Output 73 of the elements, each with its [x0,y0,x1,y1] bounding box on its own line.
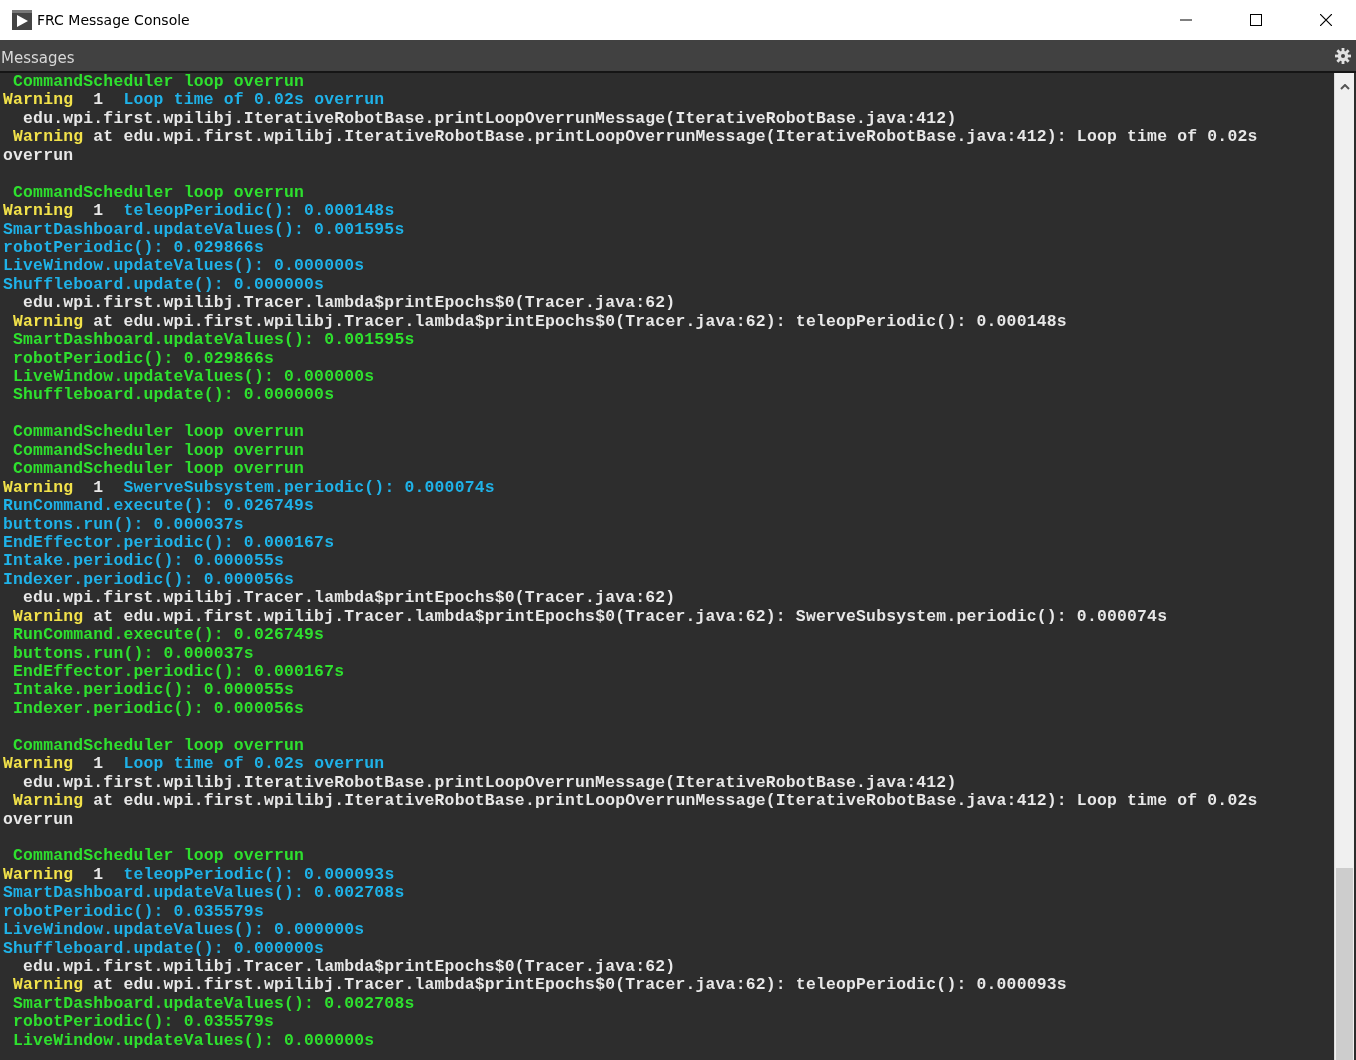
log-text: at edu.wpi.first.wpilibj.IterativeRobotBase.printLoopOverrunMessage(IterativeRobotBase.java:412): Loop time of 0.02s [92,127,1258,147]
log-text: Loop time of 0.02s overrun [123,754,385,774]
log-text: CommandScheduler loop overrun [12,73,305,91]
log-text: 1 [92,864,105,884]
log-text: Shuffleboard.update(): 0.000000s [12,385,335,405]
log-text: Indexer.periodic(): 0.000056s [3,569,295,589]
close-icon[interactable] [1320,14,1332,26]
log-text: buttons.run(): 0.000037s [3,514,244,534]
log-text: 1 [92,201,105,221]
settings-icon[interactable] [1335,47,1351,64]
log-text: edu.wpi.first.wpilibj.IterativeRobotBase.printLoopOverrunMessage(IterativeRobotBase.java:412) [22,108,957,128]
log-text: robotPeriodic(): 0.029866s [12,348,274,368]
log-text: LiveWindow.updateValues(): 0.000000s [12,1030,375,1050]
log-text: Intake.periodic(): 0.000055s [12,680,295,700]
log-text: RunCommand.execute(): 0.026749s [3,496,315,516]
log-text: robotPeriodic(): 0.035579s [3,901,264,921]
log-text: at edu.wpi.first.wpilibj.Tracer.lambda$printEpochs$0(Tracer.java:62): teleopPeriodic(): 0.000093s [92,975,1067,995]
log-text: CommandScheduler loop overrun [12,846,305,866]
log-text: Warning [3,754,74,774]
log-text: Warning [12,791,84,811]
log-text: Warning [12,127,84,147]
log-text: CommandScheduler loop overrun [12,422,305,442]
log-text: Shuffleboard.update(): 0.000000s [3,274,325,294]
log-text: LiveWindow.updateValues(): 0.000000s [3,256,365,276]
log-text: buttons.run(): 0.000037s [12,643,254,663]
log-text: Loop time of 0.02s overrun [123,90,385,110]
log-text: EndEffector.periodic(): 0.000167s [12,662,345,681]
log-text: Warning [12,606,84,626]
window-title: FRC Message Console [37,12,190,28]
log-text: LiveWindow.updateValues(): 0.000000s [12,367,375,386]
log-text: Intake.periodic(): 0.000055s [3,551,284,571]
log-text: edu.wpi.first.wpilibj.Tracer.lambda$printEpochs$0(Tracer.java:62) [22,588,676,608]
log-text: robotPeriodic(): 0.029866s [3,237,264,257]
log-text: Warning [3,90,74,110]
log-text: robotPeriodic(): 0.035579s [12,1012,274,1032]
log-text: edu.wpi.first.wpilibj.IterativeRobotBase.printLoopOverrunMessage(IterativeRobotBase.java:412) [22,772,957,792]
app-icon [12,10,32,30]
log-text: EndEffector.periodic(): 0.000167s [3,532,335,552]
log-text: edu.wpi.first.wpilibj.Tracer.lambda$printEpochs$0(Tracer.java:62) [22,293,676,313]
scrollbar[interactable] [1334,73,1354,1060]
log-text: Warning [3,477,74,497]
log-text: Shuffleboard.update(): 0.000000s [3,938,325,958]
maximize-icon[interactable] [1250,14,1262,26]
log-text: 1 [92,477,105,497]
log-text: Warning [12,311,84,331]
log-text: Indexer.periodic(): 0.000056s [12,698,305,718]
log-text: SmartDashboard.updateValues(): 0.001595s [12,330,415,350]
log-text: overrun [3,145,74,165]
log-text: Warning [3,201,74,221]
log-text: CommandScheduler loop overrun [12,735,305,755]
scroll-up-icon[interactable] [1339,84,1350,90]
log-text: overrun [3,809,74,829]
log-text: teleopPeriodic(): 0.000148s [123,201,395,221]
log-text: SmartDashboard.updateValues(): 0.001595s [3,219,405,239]
log-text: CommandScheduler loop overrun [12,440,305,460]
log-text: CommandScheduler loop overrun [12,459,305,479]
log-text: SwerveSubsystem.periodic(): 0.000074s [123,477,495,497]
log-text: at edu.wpi.first.wpilibj.Tracer.lambda$printEpochs$0(Tracer.java:62): SwerveSubsystem.periodic(): 0.000074s [92,606,1168,626]
log-text: at edu.wpi.first.wpilibj.Tracer.lambda$printEpochs$0(Tracer.java:62): teleopPeriodic(): 0.000148s [92,311,1067,331]
log-text: RunCommand.execute(): 0.026749s [12,625,325,645]
log-text: edu.wpi.first.wpilibj.Tracer.lambda$printEpochs$0(Tracer.java:62) [22,957,676,976]
log-text: teleopPeriodic(): 0.000093s [123,864,395,884]
log-text: Warning [3,864,74,884]
log-text: CommandScheduler loop overrun [12,182,305,202]
log-text: SmartDashboard.updateValues(): 0.002708s [3,883,405,903]
log-text: 1 [92,754,105,774]
log-text: LiveWindow.updateValues(): 0.000000s [3,920,365,940]
log-text: at edu.wpi.first.wpilibj.IterativeRobotBase.printLoopOverrunMessage(IterativeRobotBase.java:412): Loop time of 0.02s [92,791,1258,811]
log-text: Warning [12,975,84,995]
log-text: 1 [92,90,105,110]
panel-title: Messages [1,47,76,67]
scrollbar-thumb[interactable] [1336,868,1353,1060]
log-text: SmartDashboard.updateValues(): 0.002708s [12,993,415,1013]
